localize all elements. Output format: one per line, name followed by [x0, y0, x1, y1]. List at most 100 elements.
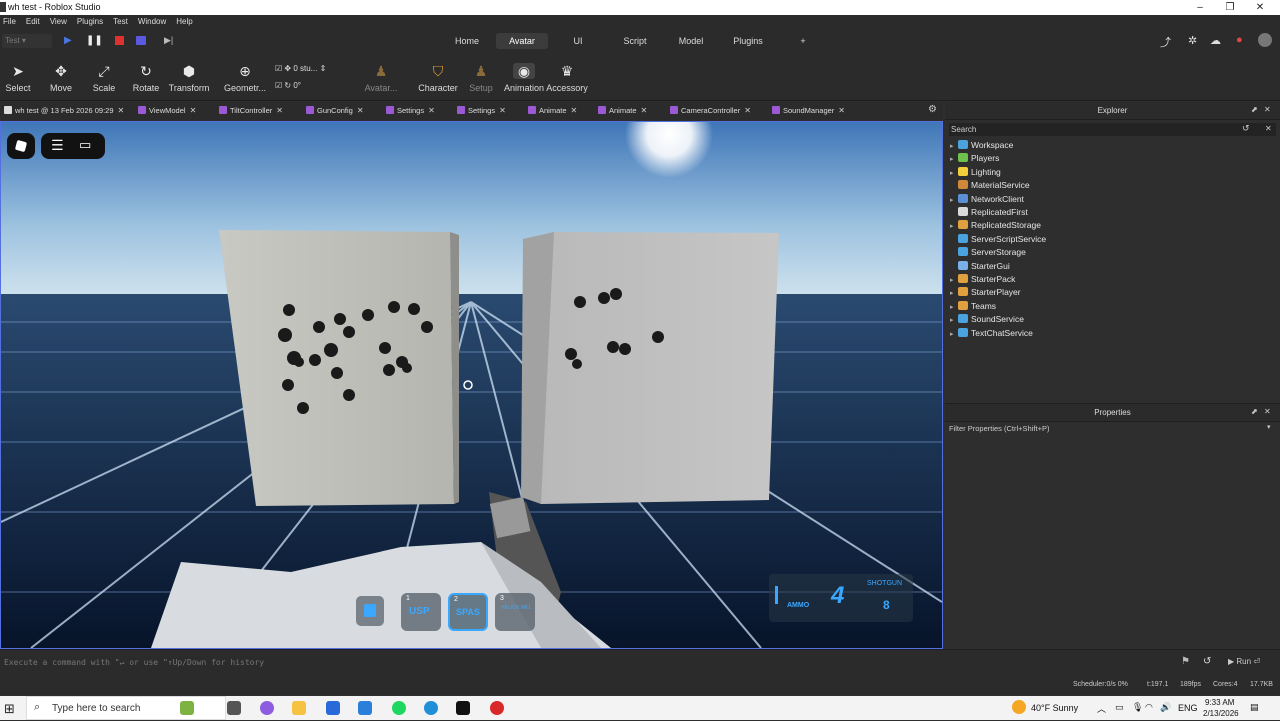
chat-icon[interactable]: ▭ — [79, 137, 91, 153]
volume-icon[interactable]: 🔊 — [1160, 702, 1171, 713]
explorer-item-soundservice[interactable]: ▸ SoundService — [950, 313, 1024, 326]
explorer-item-textchatservice[interactable]: ▸ TextChatService — [950, 327, 1033, 340]
notification-icon[interactable]: ● — [1236, 34, 1243, 46]
cloud-icon[interactable]: ☁ — [1210, 34, 1221, 47]
tab-place[interactable]: wh test @ 13 Feb 2026 09:29 ✕ — [4, 105, 124, 117]
close-icon[interactable]: ✕ — [1245, 0, 1275, 15]
move-tool-button[interactable]: ✥ Move — [46, 63, 76, 93]
explorer-item-materialservice[interactable]: MaterialService — [950, 179, 1030, 192]
task-view-icon[interactable] — [227, 701, 241, 715]
command-input[interactable]: Execute a command with "↵ or use "↑Up/Do… — [4, 658, 264, 667]
hotbar-slot-1[interactable]: 1 USP — [401, 593, 441, 631]
spotify-icon[interactable] — [392, 701, 406, 715]
expand-arrow-icon[interactable]: ▸ — [950, 220, 958, 233]
rotate-snap-field[interactable]: ☑ ↻ 0° — [275, 81, 301, 90]
client-icon[interactable] — [136, 36, 146, 45]
store-icon[interactable] — [326, 701, 340, 715]
expand-arrow-icon[interactable]: ▸ — [950, 328, 958, 341]
share-icon[interactable]: ⤴ — [1160, 34, 1171, 50]
avatar-setup-button[interactable]: ♟ Avatar... — [362, 63, 400, 93]
language-indicator[interactable]: ENG — [1178, 703, 1198, 713]
geometry-tool-button[interactable]: ⊕ Geometr... — [224, 63, 266, 93]
pause-icon[interactable]: ❚❚ — [86, 35, 103, 46]
avatar[interactable] — [1258, 33, 1272, 47]
close-icon[interactable]: ✕ — [571, 106, 578, 115]
properties-filter-input[interactable]: Filter Properties (Ctrl+Shift+P) — [949, 424, 1049, 433]
menu-view[interactable]: View — [50, 15, 67, 29]
explorer-item-networkclient[interactable]: ▸ NetworkClient — [950, 193, 1024, 206]
explorer-item-teams[interactable]: ▸ Teams — [950, 300, 996, 313]
network-icon[interactable]: ▭ — [1115, 702, 1124, 713]
explorer-item-startergui[interactable]: StarterGui — [950, 260, 1010, 273]
clock-time[interactable]: 9:33 AM — [1205, 698, 1234, 707]
character-button[interactable]: ⛉ Character — [417, 63, 459, 93]
copilot-icon[interactable] — [260, 701, 274, 715]
move-snap-field[interactable]: ☑ ✥ 0 stu... ⇕ — [275, 64, 326, 73]
tray-chevron-icon[interactable]: ︿ — [1097, 702, 1106, 715]
roblox-menu-button[interactable] — [7, 133, 35, 159]
transform-tool-button[interactable]: ⬢ Transform — [168, 63, 210, 93]
setup-button[interactable]: ♟ Setup — [466, 63, 496, 93]
menu-file[interactable]: File — [3, 15, 16, 29]
hotbar-backpack-slot[interactable] — [356, 596, 384, 626]
menu-help[interactable]: Help — [176, 15, 192, 29]
explorer-search-input[interactable]: Search — [949, 123, 1276, 136]
expand-arrow-icon[interactable]: ▸ — [950, 287, 958, 300]
explorer-item-starterplayer[interactable]: ▸ StarterPlayer — [950, 286, 1021, 299]
tab-cameracontroller[interactable]: CameraController ✕ — [670, 105, 751, 117]
tab-settings-2[interactable]: Settings ✕ — [457, 105, 506, 117]
scale-tool-button[interactable]: ⤢ Scale — [89, 63, 119, 93]
test-mode-select[interactable]: Test ▾ — [2, 34, 52, 48]
chevron-down-icon[interactable]: ▾ — [1267, 423, 1271, 431]
expand-arrow-icon[interactable]: ▸ — [950, 301, 958, 314]
windows-start-icon[interactable]: ⊞ — [4, 701, 15, 717]
tab-gunconfig[interactable]: GunConfig ✕ — [306, 105, 364, 117]
tab-tiltcontroller[interactable]: TiltController ✕ — [219, 105, 283, 117]
explorer-item-lighting[interactable]: ▸ Lighting — [950, 166, 1001, 179]
roblox-player-icon[interactable] — [490, 701, 504, 715]
popout-icon[interactable]: ⬈ — [1251, 105, 1258, 114]
weather-widget-icon[interactable] — [180, 701, 194, 715]
close-icon[interactable]: ✕ — [1264, 407, 1271, 416]
microphone-icon[interactable]: 🎙 — [1132, 702, 1143, 713]
close-icon[interactable]: ✕ — [428, 106, 435, 115]
taskbar-search-input[interactable]: Type here to search — [26, 696, 226, 720]
file-explorer-icon[interactable] — [292, 701, 306, 715]
rotate-tool-button[interactable]: ↻ Rotate — [131, 63, 161, 93]
close-icon[interactable]: ✕ — [1264, 105, 1271, 114]
step-icon[interactable]: ▶| — [164, 35, 173, 46]
tab-plugins[interactable]: Plugins — [728, 33, 768, 49]
accessory-button[interactable]: ♛ Accessory — [545, 63, 589, 93]
animation-button[interactable]: ◉ Animation — [502, 63, 546, 93]
menu-window[interactable]: Window — [138, 15, 166, 29]
expand-arrow-icon[interactable]: ▸ — [950, 194, 958, 207]
close-icon[interactable]: ✕ — [641, 106, 648, 115]
tab-model[interactable]: Model — [674, 33, 708, 49]
expand-arrow-icon[interactable]: ▸ — [950, 274, 958, 287]
tab-animate-2[interactable]: Animate ✕ — [598, 105, 647, 117]
close-icon[interactable]: ✕ — [1265, 124, 1272, 133]
close-icon[interactable]: ✕ — [357, 106, 364, 115]
explorer-item-serverscriptservice[interactable]: ServerScriptService — [950, 233, 1046, 246]
tab-home[interactable]: Home — [450, 33, 484, 49]
notifications-icon[interactable]: ▤ — [1250, 702, 1259, 713]
outlook-icon[interactable] — [358, 701, 372, 715]
tab-ui[interactable]: UI — [566, 33, 590, 49]
bookmark-icon[interactable]: ⚑ — [1181, 656, 1190, 667]
tab-viewmodel[interactable]: ViewModel ✕ — [138, 105, 196, 117]
hotbar-slot-3[interactable]: 3 HELIOS MK1 — [495, 593, 535, 631]
hotbar-slot-2[interactable]: 2 SPAS — [448, 593, 488, 631]
tab-avatar[interactable]: Avatar — [496, 33, 548, 49]
explorer-item-replicatedfirst[interactable]: ReplicatedFirst — [950, 206, 1028, 219]
weather-text[interactable]: 40°F Sunny — [1031, 703, 1078, 713]
expand-arrow-icon[interactable]: ▸ — [950, 314, 958, 327]
history-icon[interactable]: ↺ — [1203, 656, 1211, 667]
explorer-item-starterpack[interactable]: ▸ StarterPack — [950, 273, 1015, 286]
close-icon[interactable]: ✕ — [499, 106, 506, 115]
history-icon[interactable]: ↺ — [1242, 123, 1250, 134]
clock-date[interactable]: 2/13/2026 — [1203, 709, 1239, 718]
expand-arrow-icon[interactable]: ▸ — [950, 140, 958, 153]
tab-soundmanager[interactable]: SoundManager ✕ — [772, 105, 845, 117]
edge-icon[interactable] — [424, 701, 438, 715]
explorer-item-workspace[interactable]: ▸ Workspace — [950, 139, 1013, 152]
